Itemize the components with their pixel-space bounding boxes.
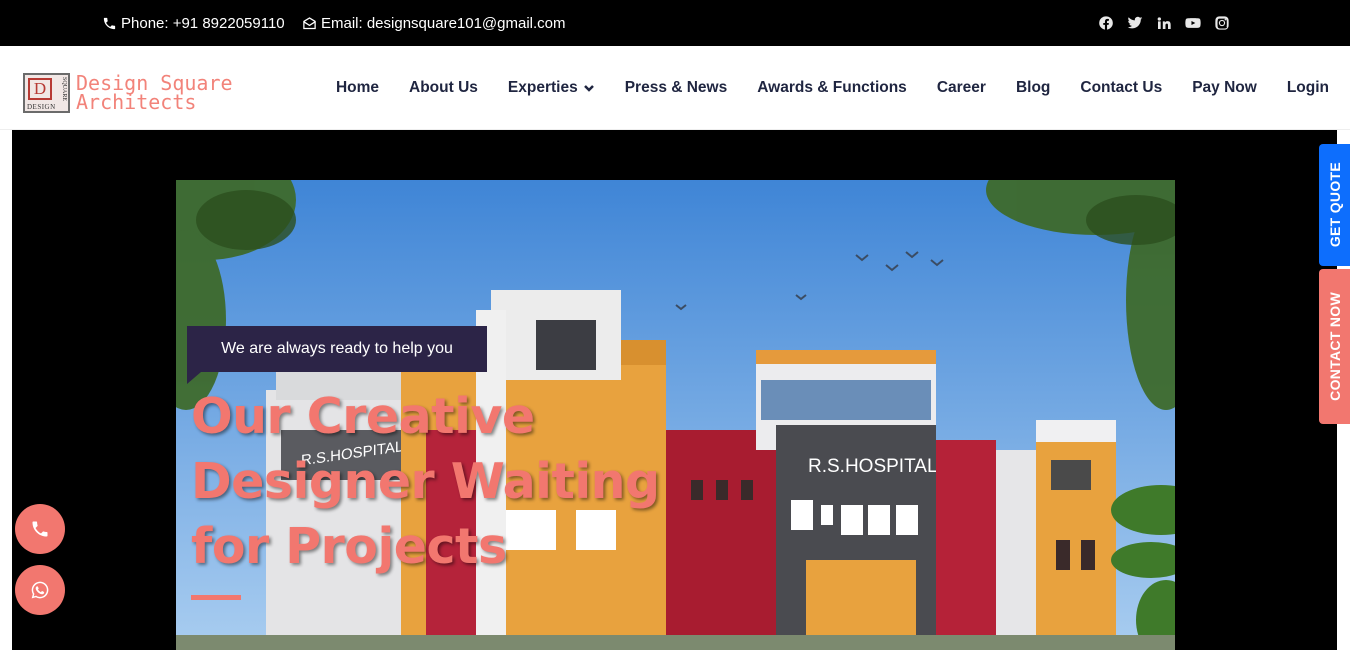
nav-pay-now[interactable]: Pay Now (1192, 79, 1257, 97)
facebook-icon[interactable] (1097, 15, 1114, 32)
youtube-icon[interactable] (1184, 15, 1201, 32)
hero-tagline: We are always ready to help you (187, 326, 487, 384)
logo-mark: D DESIGN SQUARE (23, 73, 70, 113)
phone-icon (103, 17, 116, 29)
nav-experties[interactable]: Experties (508, 79, 595, 97)
linkedin-icon[interactable] (1155, 15, 1172, 32)
get-quote-tab[interactable]: GET QUOTE (1319, 144, 1350, 266)
hero-headline: Our Creative Designer Waiting for Projec… (191, 384, 671, 579)
twitter-icon[interactable] (1126, 15, 1143, 32)
nav-experties-label: Experties (507, 79, 578, 96)
nav-awards-functions[interactable]: Awards & Functions (757, 79, 907, 97)
headline-underline (191, 595, 241, 600)
chevron-down-icon (583, 85, 594, 92)
phone-text: Phone: +91 8922059110 (121, 14, 285, 32)
contact-now-label: CONTACT NOW (1326, 292, 1343, 401)
nav-home[interactable]: Home (336, 79, 379, 97)
logo-mark-side: SQUARE (61, 77, 67, 102)
logo-text: Design Square Architects (76, 73, 233, 114)
nav-career[interactable]: Career (937, 79, 986, 97)
nav-press-news[interactable]: Press & News (625, 79, 728, 97)
whatsapp-icon (31, 581, 49, 599)
hero-headline-line-1: Our Creative (191, 388, 535, 445)
nav-about-us[interactable]: About Us (409, 79, 478, 97)
email-contact[interactable]: Email: designsquare101@gmail.com (302, 0, 566, 46)
hospital-sign-front: R.S.HOSPITAL (808, 456, 938, 477)
site-header: D DESIGN SQUARE Design Square Architects… (0, 46, 1350, 130)
social-links (1097, 0, 1230, 46)
nav-login[interactable]: Login (1287, 79, 1329, 97)
nav-contact-us[interactable]: Contact Us (1080, 79, 1162, 97)
envelope-icon (303, 16, 316, 29)
instagram-icon[interactable] (1213, 15, 1230, 32)
get-quote-label: GET QUOTE (1326, 162, 1343, 248)
top-bar: Phone: +91 8922059110 Email: designsquar… (0, 0, 1350, 46)
logo-mark-letter: D (28, 78, 52, 100)
logo-mark-word: DESIGN (27, 103, 56, 111)
logo[interactable]: D DESIGN SQUARE Design Square Architects (23, 73, 233, 113)
hero-headline-line-2: Designer Waiting (191, 453, 660, 510)
nav-blog[interactable]: Blog (1016, 79, 1050, 97)
phone-icon (32, 521, 48, 537)
logo-line-2: Architects (76, 90, 197, 114)
contact-now-tab[interactable]: CONTACT NOW (1319, 269, 1350, 424)
phone-contact[interactable]: Phone: +91 8922059110 (102, 0, 285, 46)
hero-headline-line-3: for Projects (191, 518, 507, 575)
whatsapp-button[interactable] (15, 565, 65, 615)
call-button[interactable] (15, 504, 65, 554)
main-nav: Home About Us Experties Press & News Awa… (336, 46, 1329, 130)
email-text: Email: designsquare101@gmail.com (321, 14, 566, 32)
